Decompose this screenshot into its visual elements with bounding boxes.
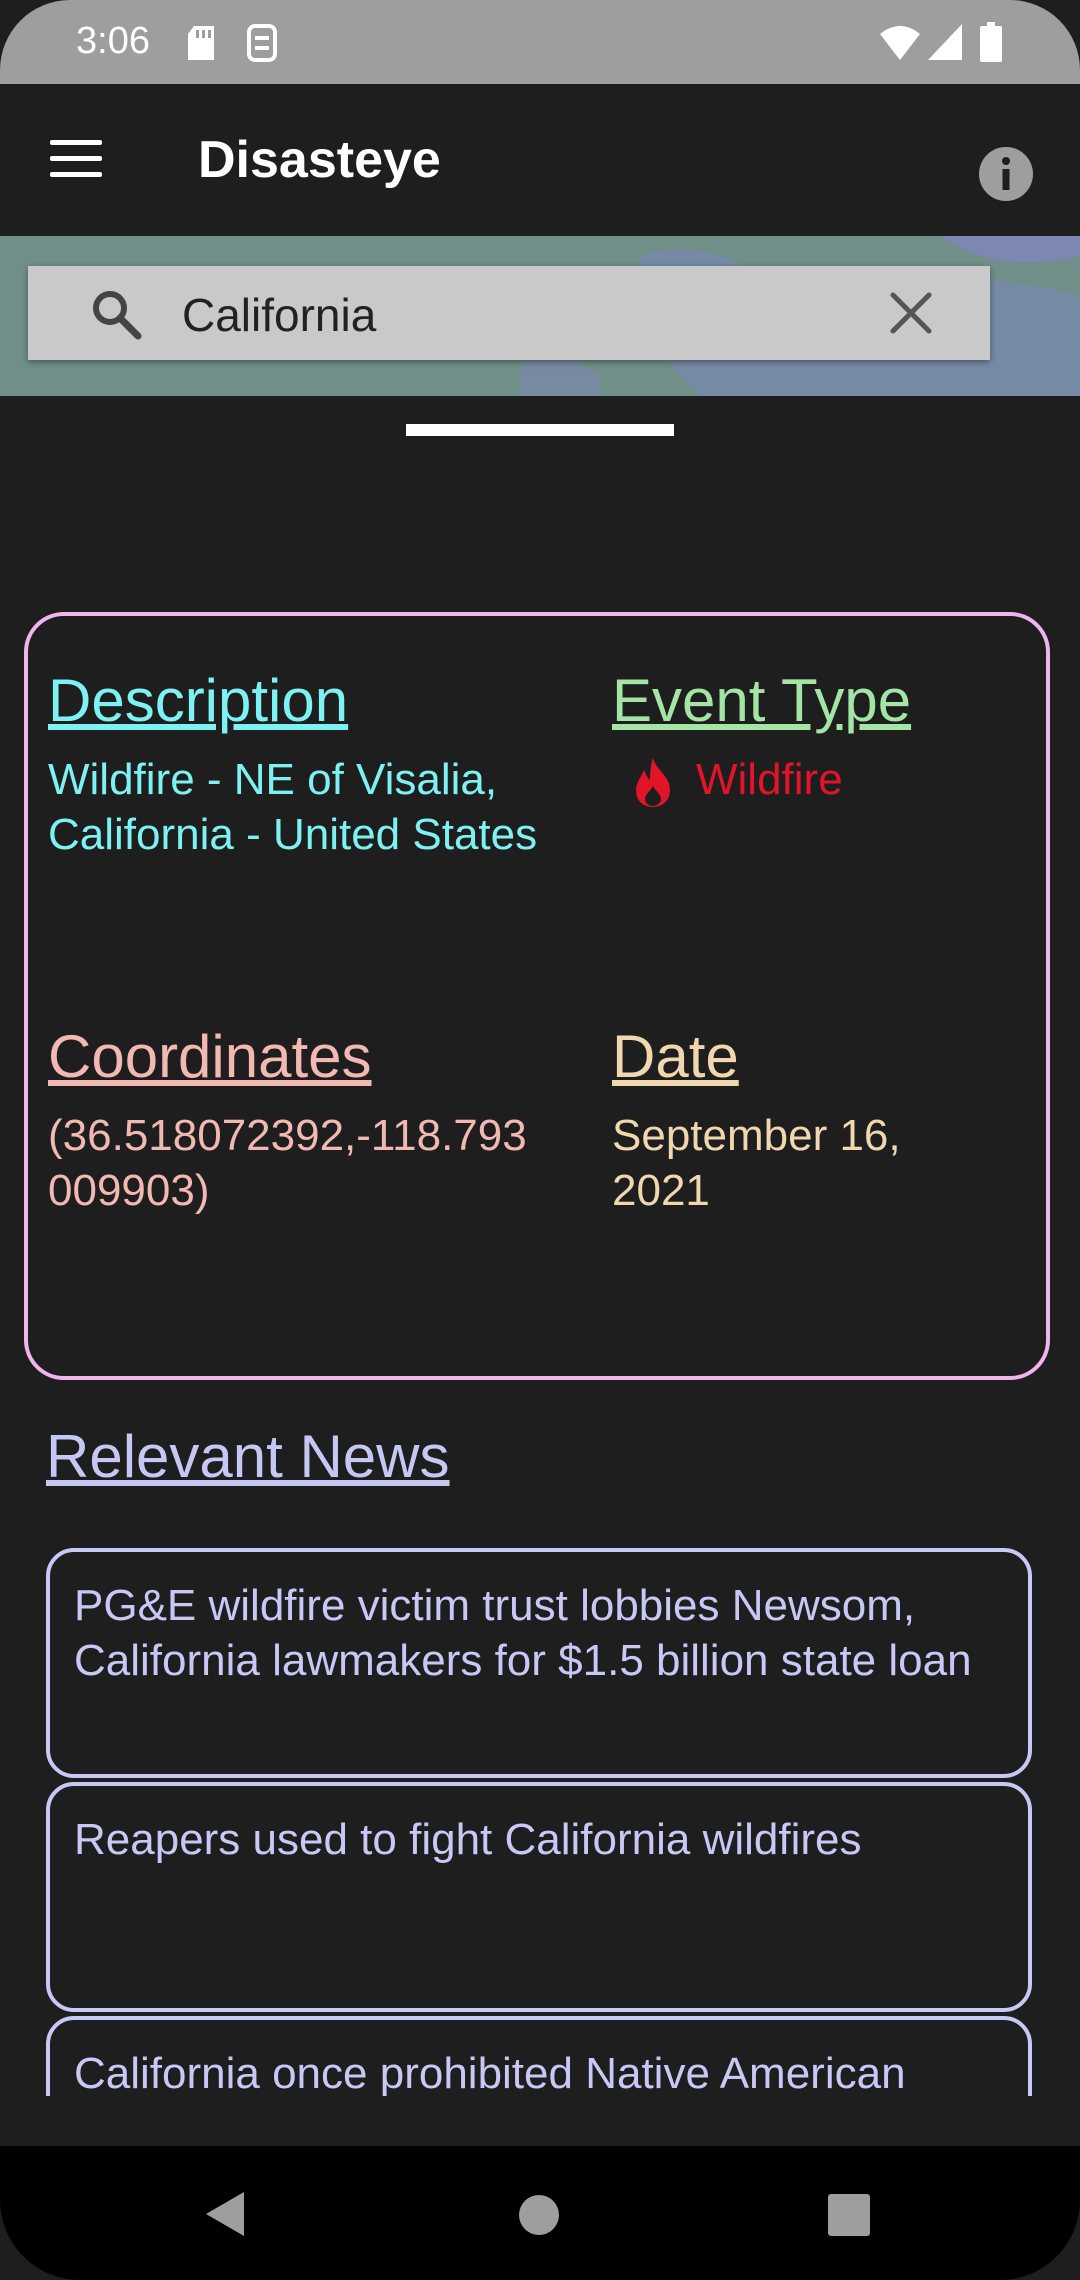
- navigation-bar: [0, 2146, 1080, 2280]
- coordinates-heading: Coordinates: [48, 1023, 372, 1090]
- status-bar: 3:06: [0, 0, 1080, 84]
- event-type-heading: Event Type: [612, 667, 912, 734]
- fire-icon: [636, 758, 670, 807]
- news-item[interactable]: Reapers used to fight California wildfir…: [46, 1782, 1032, 2012]
- back-icon[interactable]: [206, 2192, 244, 2236]
- date-heading: Date: [612, 1023, 739, 1090]
- drag-handle[interactable]: [406, 424, 674, 436]
- recents-icon[interactable]: [828, 2194, 870, 2236]
- news-item[interactable]: PG&E wildfire victim trust lobbies Newso…: [46, 1548, 1032, 1778]
- relevant-news-heading: Relevant News: [46, 1423, 450, 1490]
- app-title: Disasteye: [198, 131, 441, 189]
- search-bar[interactable]: California: [28, 266, 990, 360]
- battery-icon: [980, 22, 1002, 62]
- news-item[interactable]: California once prohibited Native Americ…: [46, 2016, 1032, 2096]
- search-icon[interactable]: [88, 286, 144, 342]
- event-type-value: Wildfire: [696, 755, 843, 804]
- description-heading: Description: [48, 667, 349, 734]
- signal-icon: [928, 24, 962, 60]
- menu-icon[interactable]: [50, 140, 102, 178]
- search-input[interactable]: California: [182, 288, 376, 342]
- close-icon[interactable]: [888, 290, 934, 336]
- event-details-card: Description Wildfire - NE of Visalia, Ca…: [24, 612, 1050, 1380]
- notification-icon: [247, 24, 277, 62]
- sd-card-icon: [188, 26, 214, 60]
- info-icon[interactable]: [978, 146, 1034, 202]
- date-value: September 16, 2021: [612, 1111, 901, 1215]
- news-list-clip: California once prohibited Native Americ…: [0, 2016, 1080, 2096]
- app-bar: Disasteye: [0, 84, 1080, 236]
- bottom-sheet[interactable]: Description Wildfire - NE of Visalia, Ca…: [0, 396, 1080, 2146]
- description-value: Wildfire - NE of Visalia, California - U…: [48, 755, 538, 859]
- status-time: 3:06: [76, 20, 150, 62]
- wifi-icon: [880, 26, 920, 60]
- home-icon[interactable]: [518, 2194, 560, 2236]
- coordinates-value: (36.518072392,-118.793009903): [48, 1111, 527, 1215]
